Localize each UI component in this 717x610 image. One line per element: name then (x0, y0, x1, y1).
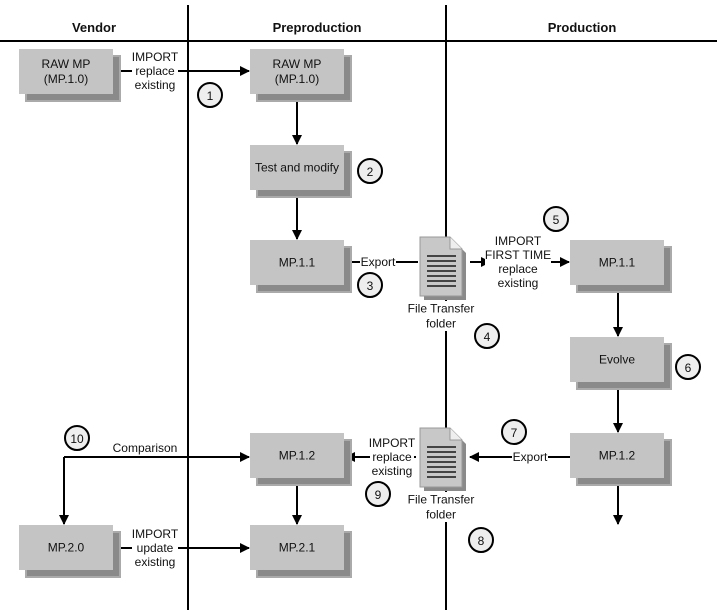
node-label: RAW MP (MP.1.0) (273, 57, 322, 86)
step-marker-8: 8 (468, 527, 494, 553)
node-pre-mp12: MP.1.2 (250, 433, 352, 486)
node-label-line: MP.1.2 (599, 449, 636, 463)
document-fold (449, 428, 462, 441)
node-prod-mp12: MP.1.2 (570, 433, 672, 486)
column-header-preproduction: Preproduction (273, 20, 362, 35)
node-label: MP.2.0 (48, 541, 85, 555)
file-label-line: File Transfer (408, 493, 475, 507)
file-transfer-folder: File Transfer folder (408, 427, 476, 522)
edge-label-comparison: Comparison (113, 441, 178, 455)
edge-label-import-update: IMPORT update existing (132, 526, 179, 570)
step-marker-7: 7 (501, 419, 527, 445)
edge-label-line: replace (372, 450, 412, 464)
edge-label-import-2: IMPORT replace existing (369, 435, 416, 479)
node-label-line: RAW MP (273, 57, 322, 71)
edge-label-import-first: IMPORT FIRST TIME replace existing (485, 233, 551, 291)
step-number: 5 (553, 213, 560, 227)
node-label: MP.2.1 (279, 541, 316, 555)
diagram-canvas: RAW MP (MP.1.0)RAW MP (MP.1.0)Test and mod… (0, 5, 717, 610)
edge-label-line: IMPORT (132, 50, 179, 64)
edge-label-line: existing (135, 78, 176, 92)
step-marker-1: 1 (197, 82, 223, 108)
node-vendor-mp20: MP.2.0 (19, 525, 121, 578)
edge-label: IMPORT replace existing (132, 50, 179, 92)
edge-label-line: existing (498, 276, 539, 290)
edge-label-export-1: Export (360, 255, 396, 269)
node-pre-raw: RAW MP (MP.1.0) (250, 49, 352, 102)
node-label: RAW MP (MP.1.0) (42, 57, 91, 86)
edge-label-line: existing (372, 464, 413, 478)
step-number: 2 (367, 165, 374, 179)
node-label-line: RAW MP (42, 57, 91, 71)
step-marker-3: 3 (357, 272, 383, 298)
step-number: 4 (484, 330, 491, 344)
edge-label-line: IMPORT (369, 436, 416, 450)
column-header-production: Production (548, 20, 617, 35)
step-number: 6 (685, 361, 692, 375)
node-label-line: Evolve (599, 353, 635, 367)
edge-label-line: existing (135, 555, 176, 569)
step-marker-9: 9 (365, 481, 391, 507)
step-number: 1 (207, 89, 214, 103)
file-transfer-folder: File Transfer folder (408, 236, 476, 331)
edge-label-line: replace (498, 262, 538, 276)
node-label-line: (MP.1.0) (44, 72, 88, 86)
step-marker-2: 2 (357, 158, 383, 184)
edge-label: IMPORT replace existing (369, 436, 416, 478)
file-label-line: File Transfer (408, 302, 475, 316)
column-header-vendor: Vendor (72, 20, 116, 35)
node-label: MP.1.2 (279, 449, 316, 463)
step-marker-10: 10 (64, 425, 90, 451)
step-marker-6: 6 (675, 354, 701, 380)
node-prod-mp11: MP.1.1 (570, 240, 672, 293)
node-label: Evolve (599, 353, 635, 367)
node-pre-mp11: MP.1.1 (250, 240, 352, 293)
workflow-diagram: RAW MP (MP.1.0) RAW MP (MP.1.0) Test and mod… (0, 0, 717, 610)
node-label: MP.1.1 (599, 256, 636, 270)
node-vendor-raw: RAW MP (MP.1.0) (19, 49, 121, 102)
node-pre-test: Test and modify (250, 145, 352, 198)
step-number: 8 (478, 534, 485, 548)
edge-label-export-2: Export (512, 450, 548, 464)
node-label-line: MP.1.1 (599, 256, 636, 270)
step-number: 7 (511, 426, 518, 440)
node-label-line: Test and modify (255, 161, 339, 175)
edge-label: Export (361, 255, 396, 269)
file-label-line: folder (426, 317, 456, 331)
edge-label-line: Export (361, 255, 396, 269)
edge-label-line: replace (135, 64, 175, 78)
step-number: 3 (367, 279, 374, 293)
edge-label-line: Export (513, 450, 548, 464)
edge-label-line: IMPORT (495, 234, 542, 248)
node-label-line: MP.2.0 (48, 541, 85, 555)
edge-label-import-1: IMPORT replace existing (132, 49, 179, 93)
edge-label: Comparison (113, 441, 178, 455)
node-label: Test and modify (255, 161, 339, 175)
edge-label: Export (513, 450, 548, 464)
node-label: MP.1.1 (279, 256, 316, 270)
node-label-line: (MP.1.0) (275, 72, 319, 86)
step-marker-4: 4 (474, 323, 500, 349)
edge-label-line: IMPORT (132, 527, 179, 541)
step-marker-5: 5 (543, 206, 569, 232)
edge-label: IMPORT update existing (132, 527, 179, 569)
step-number: 10 (70, 432, 84, 446)
node-label: MP.1.2 (599, 449, 636, 463)
node-label-line: MP.1.1 (279, 256, 316, 270)
edge-label-line: update (137, 541, 174, 555)
node-prod-evolve: Evolve (570, 337, 672, 390)
edge-label-line: FIRST TIME (485, 248, 551, 262)
step-number: 9 (375, 488, 382, 502)
edge-label-line: Comparison (113, 441, 178, 455)
node-pre-mp21: MP.2.1 (250, 525, 352, 578)
file-label-line: folder (426, 508, 456, 522)
node-label-line: MP.2.1 (279, 541, 316, 555)
node-label-line: MP.1.2 (279, 449, 316, 463)
